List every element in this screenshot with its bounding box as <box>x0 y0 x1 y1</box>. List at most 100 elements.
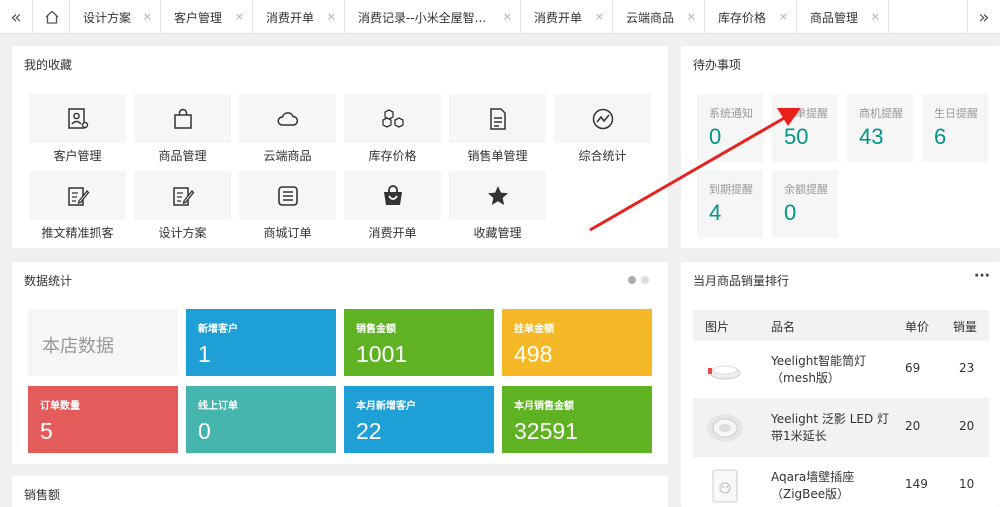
fav-design-plan[interactable] <box>134 171 231 220</box>
tab-label: 设计方案 <box>83 10 132 25</box>
product-price: 69 <box>905 361 921 375</box>
stat-value: 22 <box>356 418 382 444</box>
tab-label: 消费开单 <box>266 10 315 25</box>
close-icon[interactable]: × <box>503 10 512 23</box>
todo-birthday-reminder[interactable]: 生日提醒 6 <box>922 94 988 162</box>
fav-label: 收藏管理 <box>473 226 522 240</box>
order-list-icon <box>277 185 298 206</box>
fav-label: 云端商品 <box>263 149 312 163</box>
fav-favorites-management[interactable] <box>449 171 546 220</box>
stat-pending-amount[interactable]: 挂单金额 498 <box>502 309 652 376</box>
favorites-title: 我的收藏 <box>24 58 73 72</box>
product-qty: 23 <box>959 361 975 375</box>
fav-label: 综合统计 <box>578 149 627 163</box>
star-icon <box>487 185 508 205</box>
fav-label: 推文精准抓客 <box>41 226 114 240</box>
todo-value: 4 <box>709 200 722 225</box>
sales-title: 销售额 <box>24 488 61 502</box>
product-name: Yeelight 泛影 LED 灯带1米延长 <box>771 412 890 443</box>
tabs-scroll-left-icon[interactable]: « <box>0 0 33 34</box>
tab-design-plan[interactable]: 设计方案 × <box>70 0 161 34</box>
stat-order-count[interactable]: 订单数量 5 <box>28 386 178 453</box>
header-image: 图片 <box>705 320 730 334</box>
stat-month-new-customers[interactable]: 本月新增客户 22 <box>344 386 494 453</box>
stat-label: 挂单金额 <box>514 324 554 335</box>
header-qty: 销量 <box>953 320 978 334</box>
todo-value: 0 <box>784 200 797 225</box>
stat-label: 本月新增客户 <box>356 401 416 412</box>
close-icon[interactable]: × <box>327 10 336 23</box>
more-icon[interactable]: ··· <box>974 268 990 284</box>
todo-panel: 待办事项 系统通知 0 返单提醒 50 商机提醒 43 生日提醒 6 到期提醒 … <box>681 46 1000 248</box>
stat-online-orders[interactable]: 线上订单 0 <box>186 386 336 453</box>
fav-customer-management[interactable] <box>29 94 126 143</box>
table-row[interactable]: Yeelight智能筒灯（mesh版） 69 23 <box>693 341 989 399</box>
product-image <box>712 469 738 503</box>
stat-value: 1 <box>198 341 211 367</box>
sales-panel: 销售额 <box>12 476 668 507</box>
tab-consume-order-2[interactable]: 消费开单 × <box>521 0 613 34</box>
close-icon[interactable]: × <box>595 10 604 23</box>
stats-panel: 数据统计 本店数据 新增客户 1 销售金额 1001 挂单金额 498 订单数量… <box>12 262 668 464</box>
product-price: 20 <box>905 419 921 433</box>
fav-consume-order[interactable] <box>344 171 441 220</box>
close-icon[interactable]: × <box>235 10 244 23</box>
todo-system-notice[interactable]: 系统通知 0 <box>697 94 763 162</box>
close-icon[interactable]: × <box>687 10 696 23</box>
fav-mall-orders[interactable] <box>239 171 336 220</box>
fav-sales-orders[interactable] <box>449 94 546 143</box>
document-icon <box>489 107 506 130</box>
stat-value: 5 <box>40 418 53 444</box>
tab-stock-price[interactable]: 库存价格 × <box>705 0 797 34</box>
product-name: Aqara墙壁插座（ZigBee版） <box>771 470 855 501</box>
store-data-label: 本店数据 <box>42 336 114 357</box>
close-icon[interactable]: × <box>143 10 152 23</box>
product-qty: 10 <box>959 477 975 491</box>
fav-cloud-products[interactable] <box>239 94 336 143</box>
stat-value: 32591 <box>514 418 578 444</box>
stat-month-sales-amount[interactable]: 本月销售金额 32591 <box>502 386 652 453</box>
stat-value: 498 <box>514 341 553 367</box>
fav-product-management[interactable] <box>134 94 231 143</box>
carousel-dot-active[interactable] <box>628 276 636 284</box>
tab-consume-record[interactable]: 消费记录--小米全屋智... × <box>345 0 521 34</box>
todo-expiry-reminder[interactable]: 到期提醒 4 <box>697 170 763 238</box>
tab-label: 消费记录--小米全屋智... <box>358 10 487 25</box>
tabs-scroll-right-icon[interactable]: » <box>967 0 1000 34</box>
stat-new-customers[interactable]: 新增客户 1 <box>186 309 336 376</box>
fav-label: 消费开单 <box>368 226 417 240</box>
fav-statistics[interactable] <box>554 94 651 143</box>
todo-reorder-reminder[interactable]: 返单提醒 50 <box>772 94 838 162</box>
todo-balance-reminder[interactable]: 余额提醒 0 <box>772 170 838 238</box>
stat-value: 1001 <box>356 341 408 367</box>
fav-tweet-capture[interactable] <box>29 171 126 220</box>
stat-label: 线上订单 <box>198 401 238 412</box>
tab-customer-management[interactable]: 客户管理 × <box>161 0 253 34</box>
stat-label: 订单数量 <box>40 401 80 412</box>
tab-product-management[interactable]: 商品管理 × <box>797 0 889 34</box>
tab-label: 库存价格 <box>718 10 767 25</box>
tab-cloud-products[interactable]: 云端商品 × <box>613 0 705 34</box>
todo-opportunity-reminder[interactable]: 商机提醒 43 <box>847 94 913 162</box>
product-qty: 20 <box>959 419 975 433</box>
stat-label: 新增客户 <box>198 324 238 335</box>
close-icon[interactable]: × <box>779 10 788 23</box>
product-image <box>707 414 743 442</box>
close-icon[interactable]: × <box>871 10 880 23</box>
ranking-title: 当月商品销量排行 <box>693 274 790 288</box>
todo-label: 余额提醒 <box>784 183 828 196</box>
stat-sales-amount[interactable]: 销售金额 1001 <box>344 309 494 376</box>
header-name: 品名 <box>771 320 796 334</box>
favorites-panel: 我的收藏 客户管理 商品管理 云端商品 库存价格 销售单管理 综合统计 推文精准… <box>12 46 668 248</box>
table-row[interactable]: Aqara墙壁插座（ZigBee版） 149 10 <box>693 457 989 507</box>
gauge-icon <box>592 108 613 129</box>
tab-home[interactable] <box>34 0 70 34</box>
fav-label: 商品管理 <box>158 149 207 163</box>
tab-label: 商品管理 <box>810 10 859 25</box>
todo-label: 到期提醒 <box>709 183 753 196</box>
tab-consume-order[interactable]: 消费开单 × <box>253 0 345 34</box>
fav-label: 库存价格 <box>368 149 417 163</box>
fav-stock-price[interactable] <box>344 94 441 143</box>
table-row[interactable]: Yeelight 泛影 LED 灯带1米延长 20 20 <box>693 399 989 457</box>
carousel-dot[interactable] <box>641 276 649 284</box>
